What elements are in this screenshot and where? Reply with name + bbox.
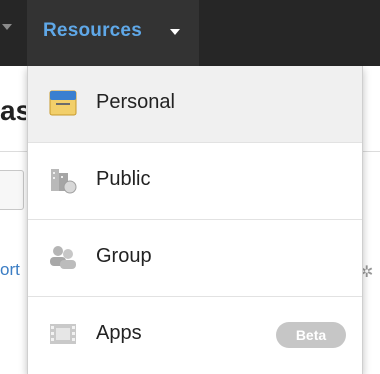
top-navbar: Resources (0, 0, 380, 66)
menu-item-label: Apps (96, 322, 142, 344)
resources-dropdown: Personal Public Group Apps Beta (27, 66, 363, 374)
menu-item-group[interactable]: Group (28, 220, 362, 297)
background-button[interactable] (0, 170, 24, 210)
beta-badge: Beta (276, 322, 346, 348)
group-users-icon (48, 242, 78, 272)
menu-item-label: Personal (96, 91, 175, 113)
menu-item-label: Public (96, 168, 151, 190)
chevron-down-icon[interactable] (2, 24, 12, 30)
menu-item-apps[interactable]: Apps Beta (28, 297, 362, 374)
apps-film-icon (48, 319, 78, 349)
menu-item-label: Group (96, 245, 152, 267)
public-building-icon (48, 165, 78, 195)
personal-folder-icon (48, 88, 78, 118)
page-heading: as (0, 95, 26, 126)
menu-item-personal[interactable]: Personal (28, 66, 362, 143)
resources-menu-toggle[interactable]: Resources (27, 0, 199, 66)
resources-label: Resources (43, 20, 142, 41)
caret-down-icon (170, 29, 180, 35)
background-link[interactable]: ort (0, 260, 26, 280)
menu-item-public[interactable]: Public (28, 143, 362, 220)
